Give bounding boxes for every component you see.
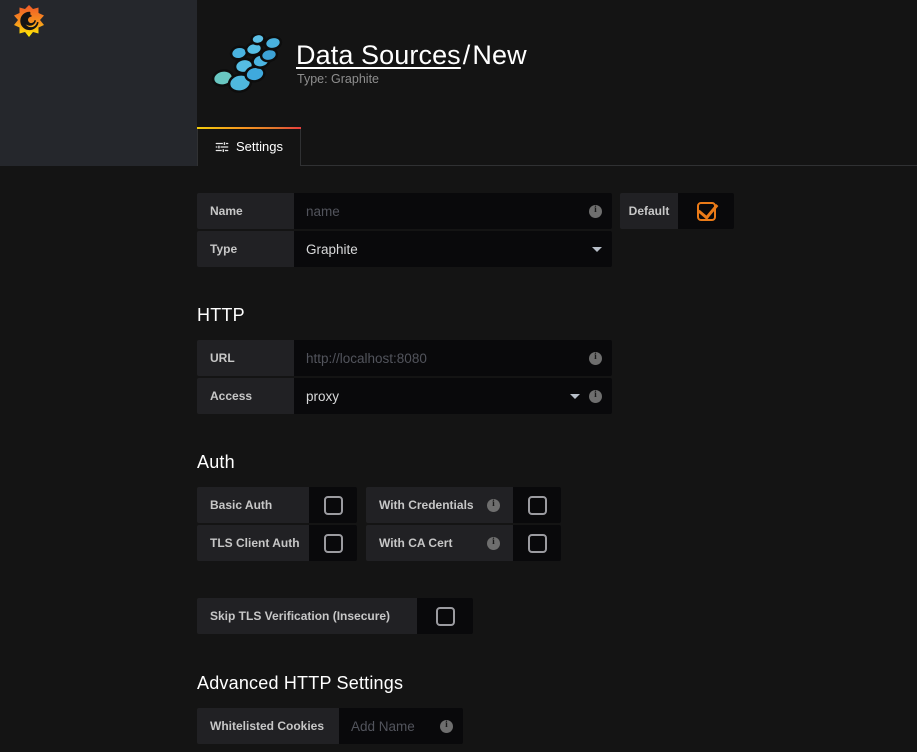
with-ca-cert-checkbox[interactable] xyxy=(513,525,561,561)
advanced-section-title: Advanced HTTP Settings xyxy=(197,673,404,693)
breadcrumb-separator: / xyxy=(462,40,471,70)
with-ca-cert-label: With CA Cert xyxy=(379,536,453,550)
default-checkbox[interactable] xyxy=(678,193,734,229)
checkbox-box xyxy=(323,495,343,515)
with-ca-cert-field: With CA Cert i xyxy=(366,525,561,561)
tabrow-background xyxy=(0,127,197,166)
url-input[interactable] xyxy=(306,340,589,376)
page-header: Data Sources/New Type: Graphite Settings xyxy=(0,0,917,166)
url-row: URL i xyxy=(197,340,897,376)
name-label: Name xyxy=(197,193,294,229)
type-value: Graphite xyxy=(306,241,358,257)
tls-client-auth-checkbox[interactable] xyxy=(309,525,357,561)
url-field[interactable]: i xyxy=(294,340,612,376)
tab-settings-label: Settings xyxy=(236,139,283,154)
settings-content: Name i Default Type Graphite HTTP URL xyxy=(0,167,917,752)
basic-auth-field: Basic Auth xyxy=(197,487,357,523)
page-subtitle: Type: Graphite xyxy=(297,72,379,86)
info-icon[interactable]: i xyxy=(589,389,602,403)
info-icon[interactable]: i xyxy=(440,719,453,733)
checkbox-box xyxy=(527,495,547,515)
checkbox-box-checked xyxy=(696,201,716,221)
name-input[interactable] xyxy=(306,193,589,229)
whitelisted-cookies-row: Whitelisted Cookies i xyxy=(197,708,897,744)
access-row: Access proxy i xyxy=(197,378,897,414)
chevron-down-icon[interactable] xyxy=(592,246,602,252)
with-credentials-label-wrap: With Credentials i xyxy=(366,487,513,523)
chevron-down-icon[interactable] xyxy=(570,393,580,399)
access-value: proxy xyxy=(306,388,340,404)
page-title: Data Sources/New xyxy=(296,40,527,71)
checkbox-box xyxy=(527,533,547,553)
default-label: Default xyxy=(620,193,678,229)
whitelisted-cookies-input[interactable] xyxy=(351,708,440,744)
http-section-title: HTTP xyxy=(197,305,245,325)
checkbox-box xyxy=(323,533,343,553)
whitelisted-cookies-label: Whitelisted Cookies xyxy=(197,708,339,744)
access-label: Access xyxy=(197,378,294,414)
info-icon[interactable]: i xyxy=(589,204,602,218)
info-icon[interactable]: i xyxy=(487,536,500,550)
tls-client-auth-label: TLS Client Auth xyxy=(197,525,309,561)
type-select[interactable]: Graphite xyxy=(294,231,612,267)
info-icon[interactable]: i xyxy=(487,498,500,512)
tls-client-auth-field: TLS Client Auth xyxy=(197,525,357,561)
access-select[interactable]: proxy i xyxy=(294,378,612,414)
name-row: Name i Default xyxy=(197,193,897,229)
auth-row-1: Basic Auth With Credentials i xyxy=(197,487,897,523)
name-field[interactable]: i xyxy=(294,193,612,229)
info-icon[interactable]: i xyxy=(589,351,602,365)
skip-tls-row: Skip TLS Verification (Insecure) xyxy=(197,598,897,634)
grafana-flame-icon[interactable] xyxy=(12,4,46,42)
breadcrumb-datasources-link[interactable]: Data Sources xyxy=(296,40,461,70)
with-credentials-checkbox[interactable] xyxy=(513,487,561,523)
type-label: Type xyxy=(197,231,294,267)
checkbox-box xyxy=(435,606,455,626)
graphite-nodes-icon xyxy=(209,32,287,96)
with-credentials-label: With Credentials xyxy=(379,498,474,512)
breadcrumb-current: New xyxy=(472,40,527,70)
basic-auth-label: Basic Auth xyxy=(197,487,309,523)
auth-section-title: Auth xyxy=(197,452,235,472)
url-label: URL xyxy=(197,340,294,376)
settings-form: Name i Default Type Graphite HTTP URL xyxy=(197,167,897,746)
skip-tls-checkbox[interactable] xyxy=(417,598,473,634)
tab-settings[interactable]: Settings xyxy=(197,127,301,166)
with-ca-cert-label-wrap: With CA Cert i xyxy=(366,525,513,561)
auth-row-2: TLS Client Auth With CA Cert i xyxy=(197,525,897,561)
tab-bar: Settings xyxy=(197,127,301,166)
skip-tls-label: Skip TLS Verification (Insecure) xyxy=(197,598,417,634)
with-credentials-field: With Credentials i xyxy=(366,487,561,523)
whitelisted-cookies-field[interactable]: i xyxy=(339,708,463,744)
sliders-icon xyxy=(215,140,229,154)
basic-auth-checkbox[interactable] xyxy=(309,487,357,523)
type-row: Type Graphite xyxy=(197,231,897,267)
